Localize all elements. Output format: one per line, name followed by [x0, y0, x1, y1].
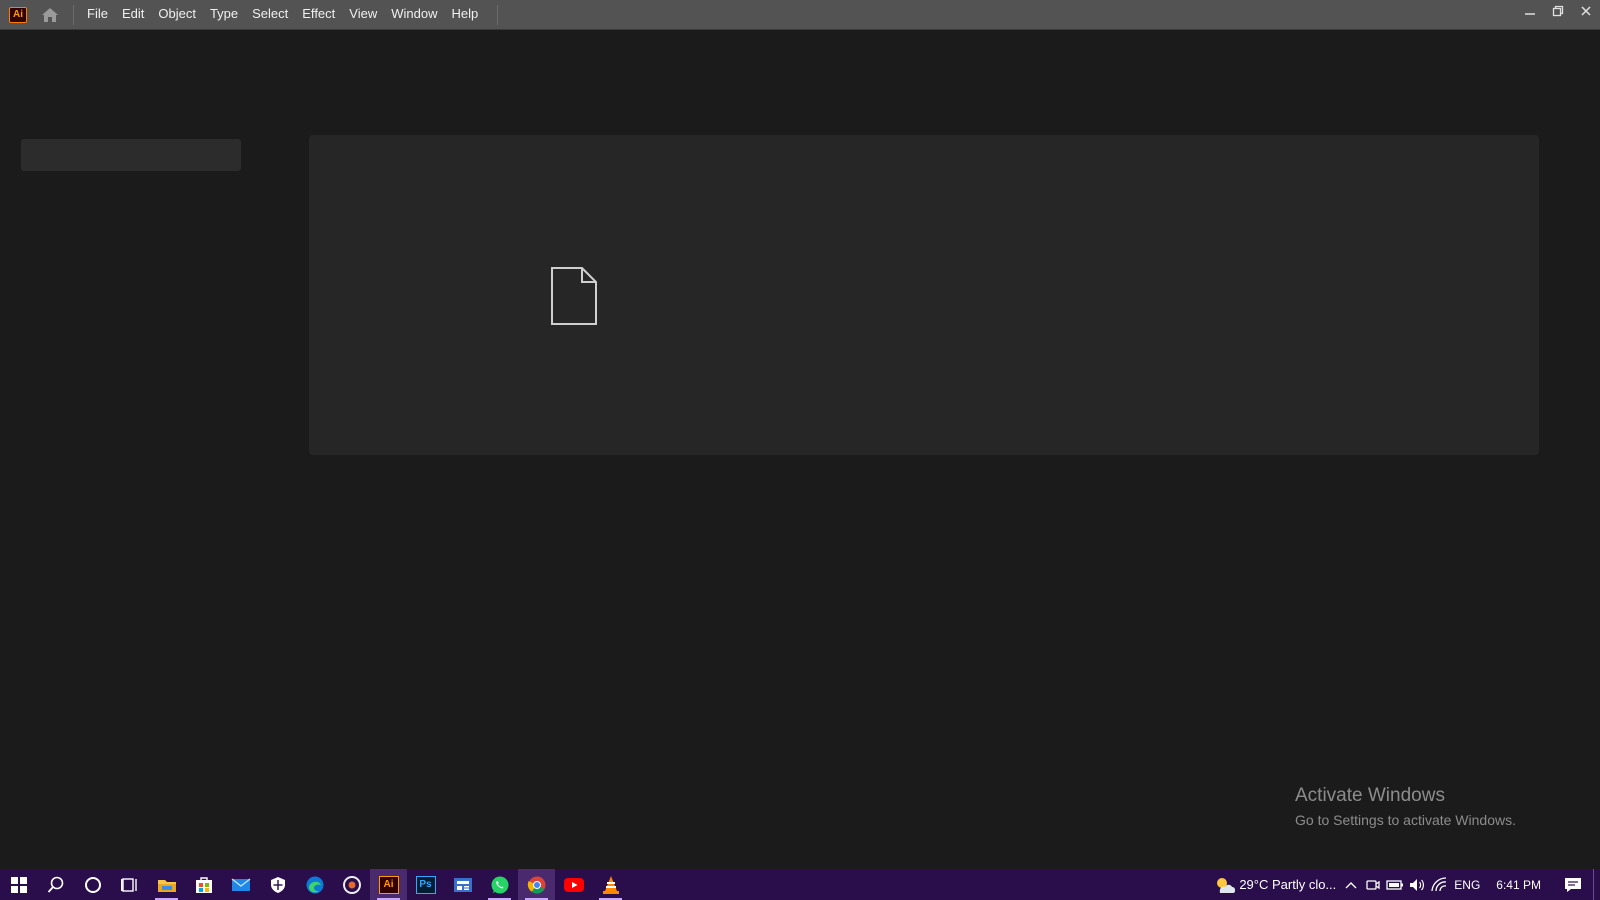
activation-watermark: Activate Windows Go to Settings to activ… — [1295, 784, 1516, 830]
logo-text: Ai — [13, 9, 23, 20]
minimize-icon[interactable] — [1516, 0, 1544, 22]
menu-view[interactable]: View — [342, 0, 384, 30]
task-view-icon[interactable] — [111, 869, 148, 900]
photoshop-icon[interactable]: Ps — [407, 869, 444, 900]
store-icon[interactable] — [185, 869, 222, 900]
notifications-icon[interactable] — [1553, 869, 1593, 900]
vlc-icon[interactable] — [592, 869, 629, 900]
illustrator-icon[interactable]: Ai — [370, 869, 407, 900]
home-icon[interactable] — [39, 4, 61, 26]
cortana-icon[interactable] — [74, 869, 111, 900]
menu-select[interactable]: Select — [245, 0, 295, 30]
photoshop-badge: Ps — [415, 875, 436, 894]
taskbar: Ai Ps 29°C Partly clo... ENG 6:41 PM — [0, 869, 1600, 900]
system-tray: 29°C Partly clo... ENG 6:41 PM — [1213, 869, 1600, 900]
edge-icon[interactable] — [296, 869, 333, 900]
media-icon[interactable] — [333, 869, 370, 900]
battery-icon[interactable] — [1384, 869, 1406, 900]
wifi-icon[interactable] — [1428, 869, 1450, 900]
search-icon[interactable] — [37, 869, 74, 900]
volume-icon[interactable] — [1406, 869, 1428, 900]
news-icon[interactable] — [444, 869, 481, 900]
illustrator-badge: Ai — [378, 875, 399, 894]
illustrator-logo: Ai — [9, 6, 27, 23]
security-icon[interactable] — [259, 869, 296, 900]
chevron-up-icon[interactable] — [1340, 869, 1362, 900]
title-separator — [73, 4, 74, 25]
document-icon — [550, 266, 598, 326]
menu-separator — [497, 4, 499, 25]
watermark-subtitle: Go to Settings to activate Windows. — [1295, 812, 1516, 828]
menu-edit[interactable]: Edit — [115, 0, 151, 30]
youtube-icon[interactable] — [555, 869, 592, 900]
title-menu-bar: Ai File Edit Object Type Select Effect V… — [0, 0, 1600, 30]
chrome-icon[interactable] — [518, 869, 555, 900]
show-desktop-button[interactable] — [1593, 869, 1600, 900]
menu-help[interactable]: Help — [444, 0, 485, 30]
start-icon[interactable] — [0, 869, 37, 900]
menu-effect[interactable]: Effect — [295, 0, 342, 30]
menu-type[interactable]: Type — [203, 0, 245, 30]
weather-icon[interactable] — [1213, 869, 1236, 900]
language-indicator[interactable]: ENG — [1450, 878, 1484, 892]
window-controls — [1516, 0, 1600, 30]
watermark-title: Activate Windows — [1295, 785, 1445, 806]
welcome-panel — [309, 135, 1539, 455]
menu-file[interactable]: File — [80, 0, 115, 30]
weather-text[interactable]: 29°C Partly clo... — [1235, 877, 1340, 892]
mail-icon[interactable] — [222, 869, 259, 900]
restore-icon[interactable] — [1544, 0, 1572, 22]
clock[interactable]: 6:41 PM — [1484, 878, 1553, 892]
close-icon[interactable] — [1572, 0, 1600, 22]
meet-now-icon[interactable] — [1362, 869, 1384, 900]
whatsapp-icon[interactable] — [481, 869, 518, 900]
file-explorer-icon[interactable] — [148, 869, 185, 900]
menu-window[interactable]: Window — [384, 0, 444, 30]
menu-object[interactable]: Object — [151, 0, 203, 30]
sidebar-placeholder — [21, 139, 241, 171]
